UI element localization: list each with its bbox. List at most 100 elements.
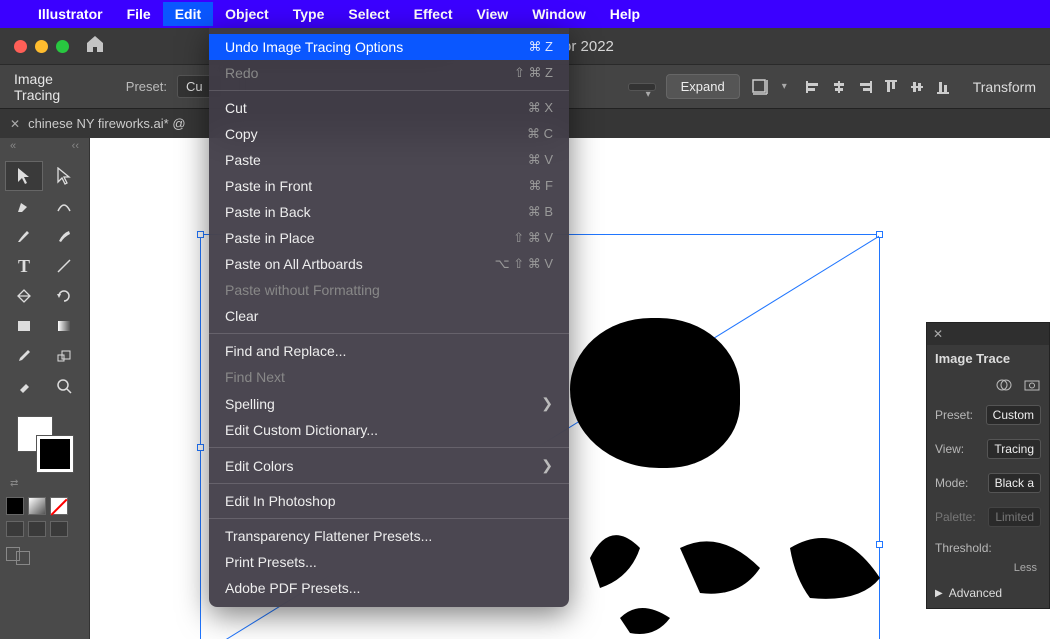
menu-edit[interactable]: Edit bbox=[163, 2, 213, 26]
view-select[interactable]: ▾ bbox=[628, 83, 656, 91]
gradient-swatch[interactable] bbox=[28, 497, 46, 515]
none-swatch[interactable] bbox=[50, 497, 68, 515]
menu-item-find-next[interactable]: Find Next bbox=[209, 364, 569, 390]
tool-pen[interactable] bbox=[6, 192, 42, 220]
menu-item-clear[interactable]: Clear bbox=[209, 303, 569, 329]
tool-type[interactable]: T bbox=[6, 252, 42, 280]
tool-zoom[interactable] bbox=[46, 372, 82, 400]
menu-item-shortcut: ⌘ C bbox=[527, 126, 553, 142]
tool-scale[interactable] bbox=[46, 342, 82, 370]
menu-separator bbox=[209, 518, 569, 519]
view-select[interactable]: Tracing bbox=[987, 439, 1041, 459]
panel-close-icon[interactable]: ✕ bbox=[933, 327, 943, 341]
menu-item-print-presets[interactable]: Print Presets... bbox=[209, 549, 569, 575]
camera-icon[interactable] bbox=[1023, 378, 1041, 392]
menu-item-find-replace[interactable]: Find and Replace... bbox=[209, 338, 569, 364]
draw-behind[interactable] bbox=[28, 521, 46, 537]
menu-item-flattener-presets[interactable]: Transparency Flattener Presets... bbox=[209, 523, 569, 549]
chevron-down-icon[interactable]: ▾ bbox=[782, 81, 787, 92]
window-minimize-button[interactable] bbox=[35, 40, 48, 53]
home-icon[interactable] bbox=[85, 35, 105, 58]
draw-inside[interactable] bbox=[50, 521, 68, 537]
menu-item-edit-colors[interactable]: Edit Colors❯ bbox=[209, 452, 569, 479]
menu-object[interactable]: Object bbox=[213, 2, 281, 26]
menu-separator bbox=[209, 90, 569, 91]
menu-item-cut[interactable]: Cut⌘ X bbox=[209, 95, 569, 121]
chevron-down-icon: ▾ bbox=[646, 89, 651, 100]
tool-paintbrush[interactable] bbox=[6, 222, 42, 250]
color-swatch[interactable] bbox=[6, 497, 24, 515]
traced-shape bbox=[560, 508, 900, 639]
menu-item-undo[interactable]: Undo Image Tracing Options⌘ Z bbox=[209, 34, 569, 60]
menu-effect[interactable]: Effect bbox=[402, 2, 465, 26]
tab-close-icon[interactable]: ✕ bbox=[10, 117, 20, 131]
menu-item-label: Transparency Flattener Presets... bbox=[225, 528, 432, 544]
window-close-button[interactable] bbox=[14, 40, 27, 53]
tools-panel-tabs[interactable]: « ‹‹ bbox=[0, 138, 89, 156]
tool-shape-builder[interactable] bbox=[6, 282, 42, 310]
document-tab-label[interactable]: chinese NY fireworks.ai* @ bbox=[28, 116, 185, 131]
tool-gradient[interactable] bbox=[46, 312, 82, 340]
expand-button[interactable]: Expand bbox=[666, 74, 740, 99]
menu-file[interactable]: File bbox=[115, 2, 163, 26]
menu-item-paste[interactable]: Paste⌘ V bbox=[209, 147, 569, 173]
menu-item-edit-dictionary[interactable]: Edit Custom Dictionary... bbox=[209, 417, 569, 443]
triangle-right-icon: ▶ bbox=[935, 588, 943, 599]
draw-normal[interactable] bbox=[6, 521, 24, 537]
preset-select[interactable]: Custom bbox=[986, 405, 1041, 425]
swap-icon[interactable]: ⇄ bbox=[6, 478, 83, 489]
align-group bbox=[803, 78, 953, 96]
auto-color-icon[interactable] bbox=[995, 378, 1013, 392]
tool-eyedropper[interactable] bbox=[6, 342, 42, 370]
tool-blob-brush[interactable] bbox=[46, 222, 82, 250]
menu-view[interactable]: View bbox=[465, 2, 521, 26]
tool-rectangle[interactable] bbox=[6, 312, 42, 340]
panel-header[interactable]: ✕ bbox=[927, 323, 1049, 345]
menu-item-label: Clear bbox=[225, 308, 258, 324]
align-right-icon[interactable] bbox=[855, 78, 875, 96]
menu-item-edit-photoshop[interactable]: Edit In Photoshop bbox=[209, 488, 569, 514]
menu-type[interactable]: Type bbox=[281, 2, 337, 26]
tool-direct-selection[interactable] bbox=[46, 162, 82, 190]
menu-item-spelling[interactable]: Spelling❯ bbox=[209, 390, 569, 417]
align-bottom-icon[interactable] bbox=[933, 78, 953, 96]
menu-item-label: Paste on All Artboards bbox=[225, 256, 363, 272]
align-center-v-icon[interactable] bbox=[907, 78, 927, 96]
menu-item-redo[interactable]: Redo⇧ ⌘ Z bbox=[209, 60, 569, 86]
chevron-left-icon: « bbox=[10, 140, 16, 154]
menu-item-shortcut: ⌘ Z bbox=[528, 39, 553, 55]
preset-label: Preset: bbox=[126, 79, 167, 94]
menu-select[interactable]: Select bbox=[336, 2, 401, 26]
menu-item-label: Edit Colors bbox=[225, 458, 293, 474]
menu-item-pdf-presets[interactable]: Adobe PDF Presets... bbox=[209, 575, 569, 601]
panel-advanced-toggle[interactable]: ▶ Advanced bbox=[927, 578, 1049, 608]
crop-icon[interactable] bbox=[750, 77, 772, 97]
menu-item-paste-allartboards[interactable]: Paste on All Artboards ⌥ ⇧ ⌘ V bbox=[209, 251, 569, 277]
menu-help[interactable]: Help bbox=[598, 2, 652, 26]
align-center-h-icon[interactable] bbox=[829, 78, 849, 96]
tool-eraser[interactable] bbox=[6, 372, 42, 400]
tool-curvature[interactable] bbox=[46, 192, 82, 220]
menu-item-paste-back[interactable]: Paste in Back⌘ B bbox=[209, 199, 569, 225]
menu-item-shortcut: ⌥ ⇧ ⌘ V bbox=[495, 256, 553, 272]
transform-label[interactable]: Transform bbox=[973, 79, 1036, 95]
screen-mode-button[interactable] bbox=[0, 541, 89, 571]
menu-item-shortcut: ⇧ ⌘ V bbox=[513, 230, 553, 246]
menubar-app[interactable]: Illustrator bbox=[26, 2, 115, 26]
fill-stroke-swatch[interactable] bbox=[17, 416, 73, 472]
window-maximize-button[interactable] bbox=[56, 40, 69, 53]
align-left-icon[interactable] bbox=[803, 78, 823, 96]
mode-select[interactable]: Black a bbox=[988, 473, 1041, 493]
menu-item-paste-noformat[interactable]: Paste without Formatting bbox=[209, 277, 569, 303]
chevron-left-icon: ‹‹ bbox=[72, 140, 79, 154]
menu-item-paste-front[interactable]: Paste in Front⌘ F bbox=[209, 173, 569, 199]
menu-window[interactable]: Window bbox=[520, 2, 598, 26]
tool-line[interactable] bbox=[46, 252, 82, 280]
image-trace-panel[interactable]: ✕ Image Trace Preset: Custom View: Traci… bbox=[926, 322, 1050, 609]
menu-item-paste-place[interactable]: Paste in Place⇧ ⌘ V bbox=[209, 225, 569, 251]
tool-selection[interactable] bbox=[6, 162, 42, 190]
menu-item-copy[interactable]: Copy⌘ C bbox=[209, 121, 569, 147]
tool-rotate[interactable] bbox=[46, 282, 82, 310]
stroke-swatch[interactable] bbox=[37, 436, 73, 472]
align-top-icon[interactable] bbox=[881, 78, 901, 96]
